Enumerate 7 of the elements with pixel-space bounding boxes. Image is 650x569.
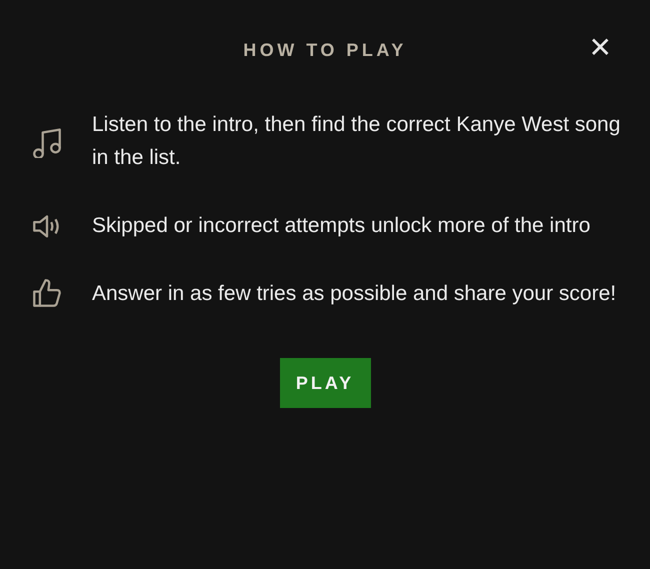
play-button[interactable]: PLAY [280, 358, 370, 408]
close-button[interactable]: ✕ [588, 34, 612, 62]
instruction-text: Skipped or incorrect attempts unlock more of the intro [92, 212, 592, 238]
dialog-title: HOW TO PLAY [243, 40, 407, 62]
thumb-icon [30, 276, 64, 310]
instruction-text: Answer in as few tries as possible and share your score! [92, 280, 618, 306]
instruction-text: Listen to the intro, then find the correct Kanye West song in the list. [92, 112, 622, 171]
